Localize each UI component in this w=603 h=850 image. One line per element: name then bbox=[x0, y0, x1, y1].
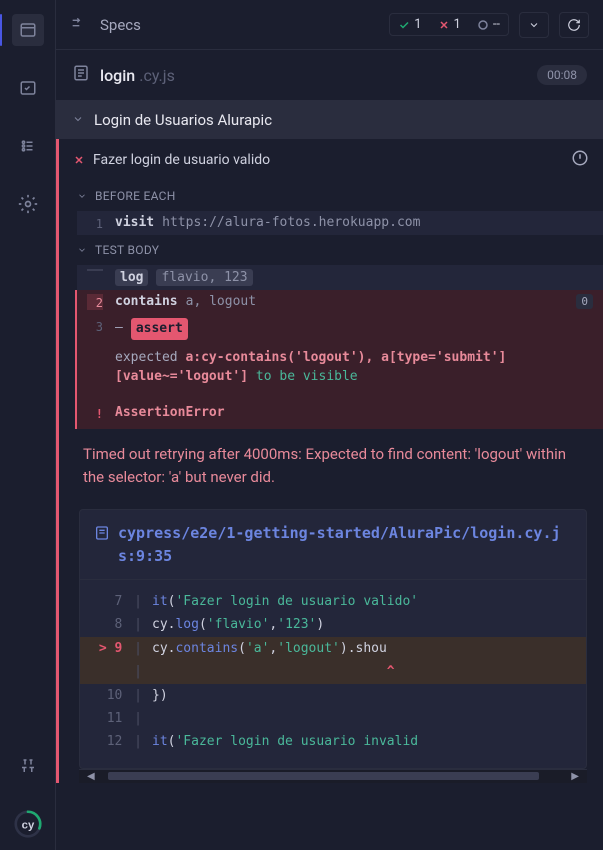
before-each-header[interactable]: BEFORE EACH bbox=[59, 181, 603, 211]
scroll-left-icon[interactable]: ◀ bbox=[83, 771, 99, 782]
warn-icon[interactable] bbox=[571, 149, 589, 171]
scrollbar-thumb[interactable] bbox=[108, 772, 539, 780]
command-row[interactable]: 3 – assert expected a:cy-contains('logou… bbox=[75, 314, 603, 397]
pending-count: -- bbox=[469, 14, 508, 35]
cmd-name: visit bbox=[115, 215, 154, 230]
error-file-link[interactable]: cypress/e2e/1-getting-started/AluraPic/l… bbox=[80, 510, 586, 580]
suite-header[interactable]: Login de Usuarios Alurapic bbox=[56, 100, 603, 139]
fail-icon bbox=[73, 151, 85, 170]
cmd-arg: a, logout bbox=[186, 294, 256, 309]
command-row[interactable]: 1 visithttps://alura-fotos.herokuapp.com bbox=[77, 211, 603, 235]
file-icon bbox=[72, 64, 90, 86]
test-header[interactable]: Fazer login de usuario valido bbox=[59, 139, 603, 181]
rail-debug-icon[interactable] bbox=[12, 130, 44, 162]
assertion-error-row[interactable]: ! AssertionError bbox=[75, 397, 603, 429]
pin-badge: 0 bbox=[576, 294, 593, 309]
collapse-icon[interactable] bbox=[70, 15, 86, 35]
dropdown-button[interactable] bbox=[519, 12, 549, 38]
cmd-arg: flavio, 123 bbox=[156, 269, 252, 286]
rerun-button[interactable] bbox=[559, 12, 589, 38]
cmd-name: assert bbox=[131, 318, 188, 340]
spec-filename: login bbox=[100, 66, 135, 85]
run-stats: 1 1 -- bbox=[389, 13, 509, 36]
svg-text:cy: cy bbox=[21, 819, 34, 831]
command-row[interactable]: 2 containsa, logout0 bbox=[75, 290, 603, 314]
error-message: Timed out retrying after 4000ms: Expecte… bbox=[59, 429, 603, 504]
pass-count: 1 bbox=[390, 14, 429, 35]
fail-count: 1 bbox=[430, 14, 469, 35]
specs-heading: Specs bbox=[100, 16, 141, 34]
rail-keyboard-icon[interactable] bbox=[12, 750, 44, 782]
assertion-error-label: AssertionError bbox=[115, 405, 225, 421]
horizontal-scrollbar[interactable]: ◀ ▶ bbox=[79, 769, 587, 783]
cmd-name: log bbox=[115, 269, 148, 286]
cmd-arg: https://alura-fotos.herokuapp.com bbox=[162, 215, 420, 230]
code-frame: 7 | it('Fazer login de usuario valido' 8… bbox=[80, 580, 586, 768]
suite-title: Login de Usuarios Alurapic bbox=[94, 111, 272, 129]
cypress-logo-icon: cy bbox=[12, 808, 44, 840]
spec-duration: 00:08 bbox=[537, 65, 587, 85]
test-body-header[interactable]: TEST BODY bbox=[59, 235, 603, 265]
scroll-right-icon[interactable]: ▶ bbox=[567, 771, 583, 782]
rail-specs-icon[interactable] bbox=[12, 14, 44, 46]
chevron-down-icon bbox=[72, 110, 84, 129]
command-row[interactable]: log flavio, 123 bbox=[77, 265, 603, 290]
cmd-name: contains bbox=[115, 294, 178, 309]
test-title: Fazer login de usuario valido bbox=[93, 152, 270, 168]
rail-settings-icon[interactable] bbox=[12, 188, 44, 220]
rail-runs-icon[interactable] bbox=[12, 72, 44, 104]
spec-ext: .cy.js bbox=[139, 66, 175, 85]
